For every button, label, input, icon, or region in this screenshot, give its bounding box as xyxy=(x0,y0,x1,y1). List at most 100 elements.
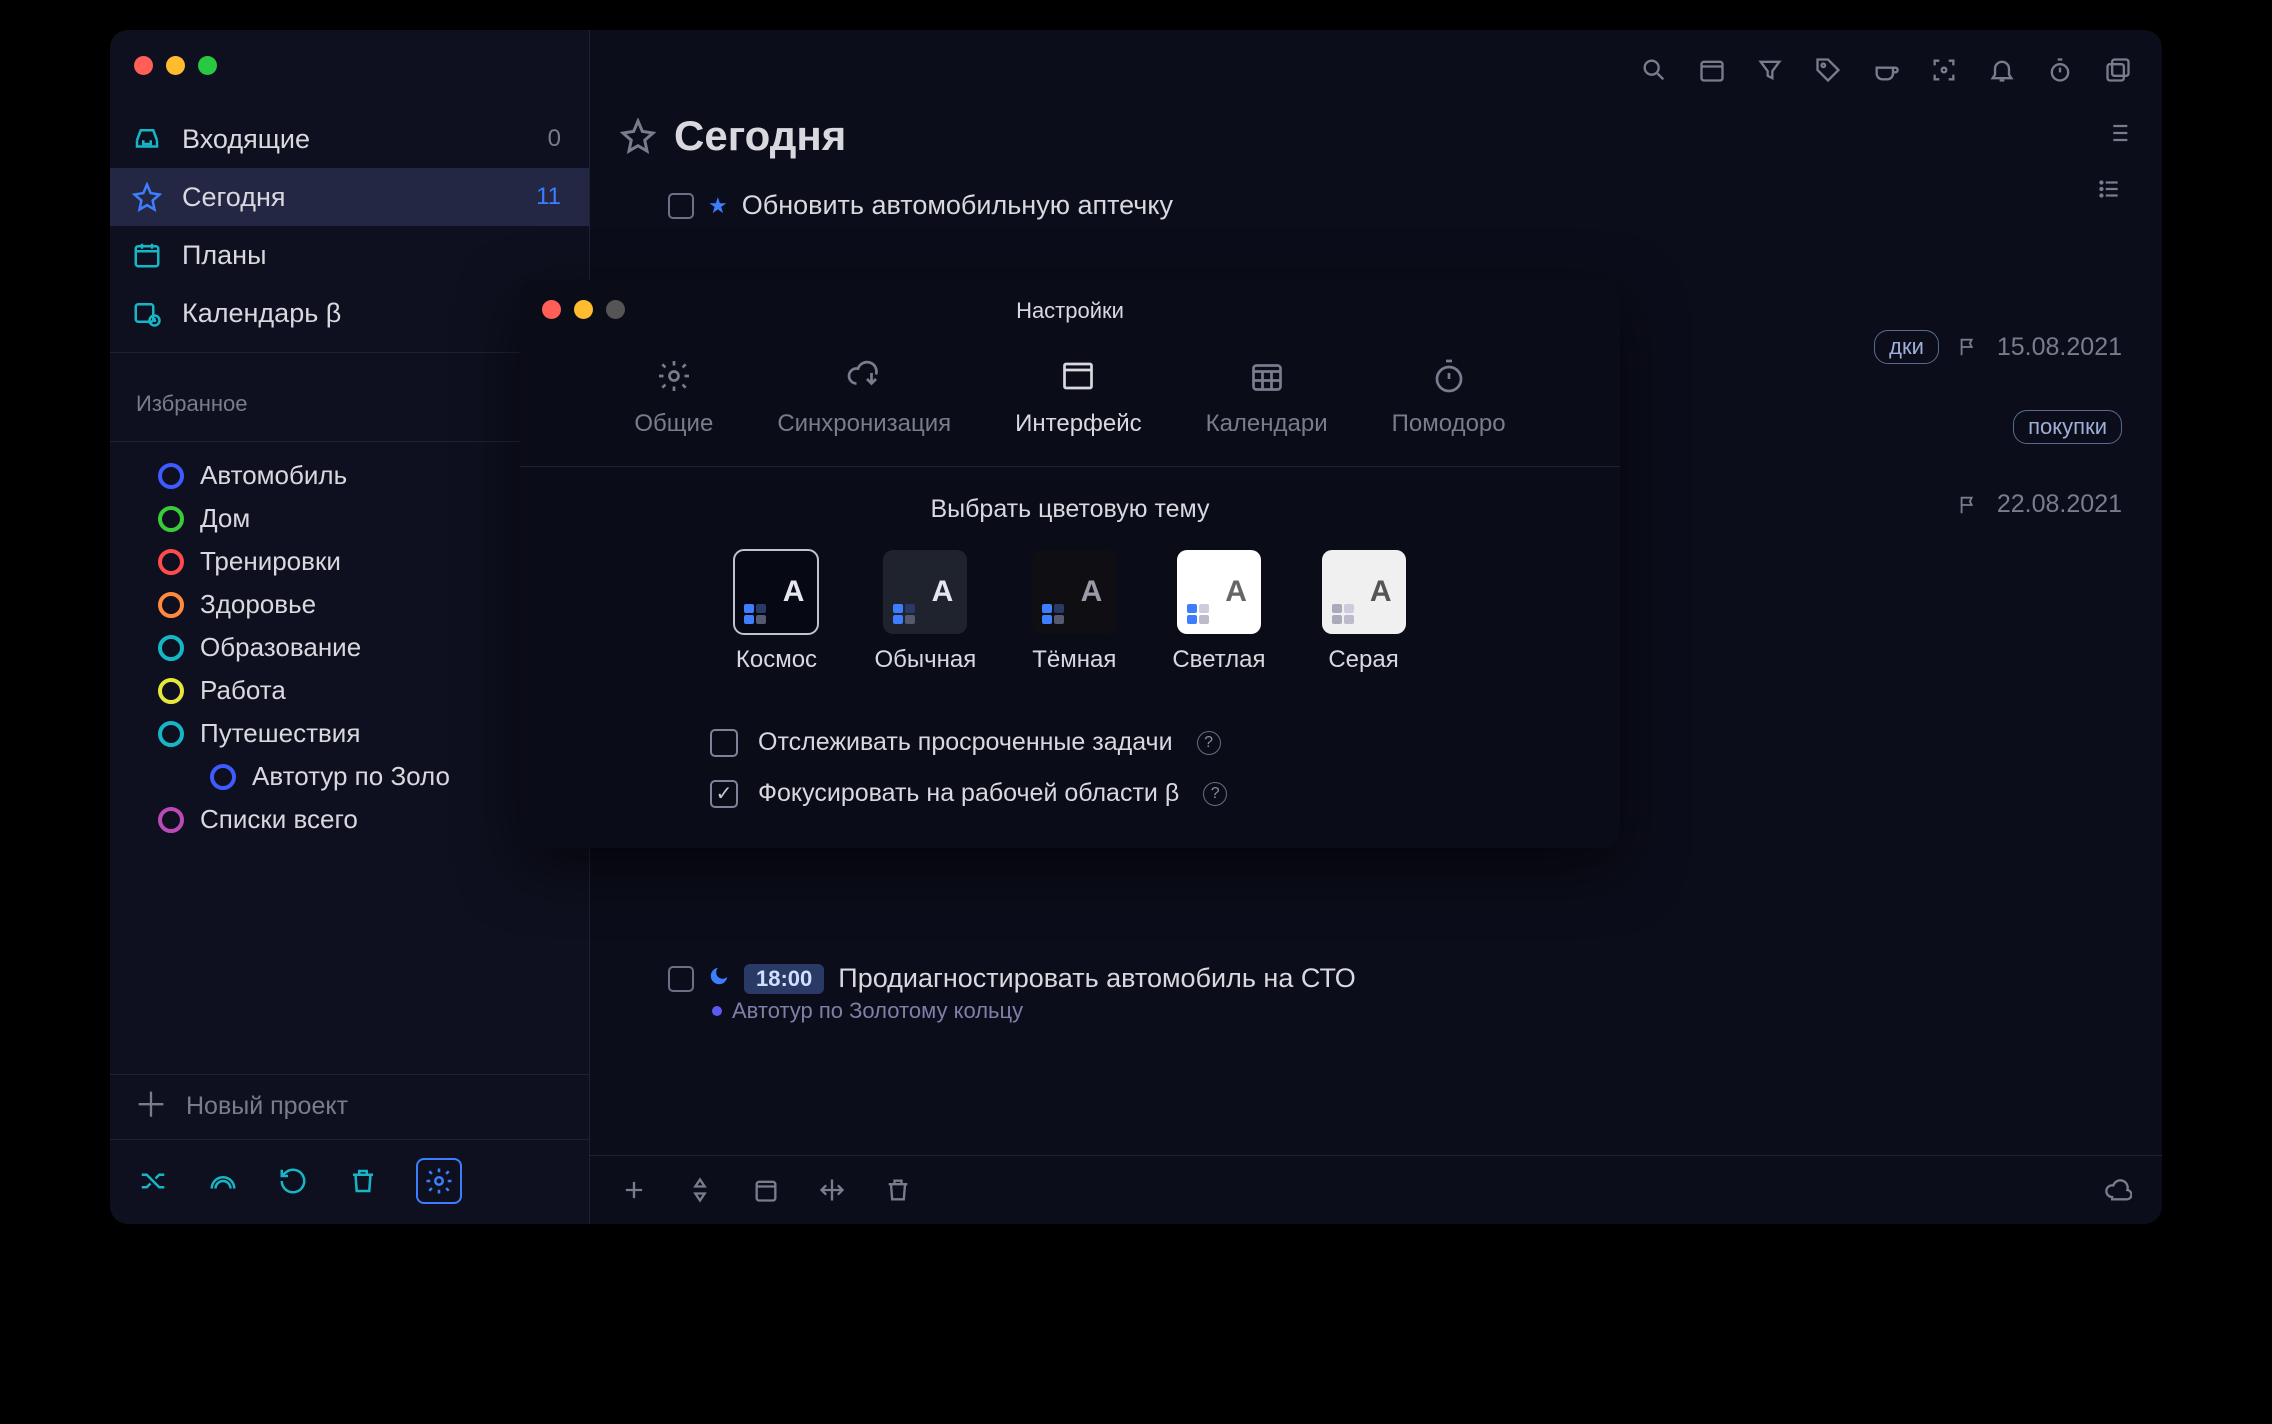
nav-today[interactable]: Сегодня 11 xyxy=(110,168,589,226)
new-project-button[interactable]: ＋ Новый проект xyxy=(110,1074,589,1139)
task-title: Обновить автомобильную аптечку xyxy=(742,190,1173,221)
project-item[interactable]: Работа xyxy=(110,669,589,712)
project-color-icon xyxy=(210,764,236,790)
schedule-icon[interactable] xyxy=(750,1174,782,1206)
modal-minimize-button[interactable] xyxy=(574,300,593,319)
project-item[interactable]: Списки всего xyxy=(110,798,589,841)
checkbox-checked[interactable] xyxy=(710,780,738,808)
sidebar: Входящие 0 Сегодня 11 Планы Кал xyxy=(110,30,590,1224)
modal-traffic-lights xyxy=(542,300,625,319)
project-subitem[interactable]: Автотур по Золо xyxy=(110,755,589,798)
theme-dark[interactable]: A Тёмная xyxy=(1032,550,1116,674)
theme-label: Серая xyxy=(1328,646,1398,674)
project-label: Дом xyxy=(200,503,250,534)
sync-cloud-icon[interactable] xyxy=(2102,1174,2134,1206)
focus-icon[interactable] xyxy=(1928,54,1960,86)
windows-icon[interactable] xyxy=(2102,54,2134,86)
minimize-window-button[interactable] xyxy=(166,56,185,75)
theme-light[interactable]: A Светлая xyxy=(1172,550,1265,674)
nav-plans[interactable]: Планы xyxy=(110,226,589,284)
history-icon[interactable] xyxy=(276,1164,310,1198)
page-title: Сегодня xyxy=(674,112,846,160)
plus-icon: ＋ xyxy=(134,1089,168,1123)
search-icon[interactable] xyxy=(1638,54,1670,86)
modal-maximize-button[interactable] xyxy=(606,300,625,319)
nav-calendar-beta[interactable]: Календарь β xyxy=(110,284,589,342)
modal-title: Настройки xyxy=(520,280,1620,330)
project-label: Здоровье xyxy=(200,589,316,620)
project-label: Автотур по Золо xyxy=(252,761,450,792)
settings-tabs: Общие Синхронизация Интерфейс Календари … xyxy=(520,330,1620,467)
task-item[interactable]: ★ Обновить автомобильную аптечку xyxy=(668,180,2122,233)
project-color-icon xyxy=(158,678,184,704)
filter-icon[interactable] xyxy=(1754,54,1786,86)
project-label: Работа xyxy=(200,675,286,706)
move-icon[interactable] xyxy=(816,1174,848,1206)
theme-cosmos[interactable]: A Космос xyxy=(734,550,818,674)
project-item[interactable]: Автомобиль xyxy=(110,454,589,497)
calendar-clock-icon xyxy=(130,296,164,330)
option-label: Отслеживать просроченные задачи xyxy=(758,728,1173,757)
window-traffic-lights xyxy=(134,56,217,75)
close-window-button[interactable] xyxy=(134,56,153,75)
settings-tab-calendars[interactable]: Календари xyxy=(1206,356,1328,438)
project-item[interactable]: Путешествия xyxy=(110,712,589,755)
task-project: Автотур по Золотому кольцу xyxy=(732,998,1023,1024)
help-icon[interactable]: ? xyxy=(1197,731,1221,755)
project-item[interactable]: Тренировки xyxy=(110,540,589,583)
theme-swatch: A xyxy=(1032,550,1116,634)
settings-tab-general[interactable]: Общие xyxy=(634,356,713,438)
theme-swatch: A xyxy=(734,550,818,634)
calendar-view-icon[interactable] xyxy=(1696,54,1728,86)
task-checkbox[interactable] xyxy=(668,193,694,219)
theme-selector: A Космос A Обычная A Тёмная A Светлая A xyxy=(520,544,1620,698)
tab-label: Помодоро xyxy=(1392,410,1506,438)
theme-grey[interactable]: A Серая xyxy=(1322,550,1406,674)
maximize-window-button[interactable] xyxy=(198,56,217,75)
tag-icon[interactable] xyxy=(1812,54,1844,86)
settings-tab-interface[interactable]: Интерфейс xyxy=(1015,356,1141,438)
help-icon[interactable]: ? xyxy=(1203,782,1227,806)
settings-icon[interactable] xyxy=(416,1158,462,1204)
modal-close-button[interactable] xyxy=(542,300,561,319)
nav-inbox[interactable]: Входящие 0 xyxy=(110,110,589,168)
inbox-icon xyxy=(130,122,164,156)
option-label: Фокусировать на рабочей области β xyxy=(758,779,1179,808)
project-item[interactable]: Дом xyxy=(110,497,589,540)
project-item[interactable]: Образование xyxy=(110,626,589,669)
task-item[interactable]: 18:00 Продиагностировать автомобиль на С… xyxy=(668,953,2122,1036)
task-date: 15.08.2021 xyxy=(1997,333,2122,362)
rainbow-icon[interactable] xyxy=(206,1164,240,1198)
project-label: Автомобиль xyxy=(200,460,347,491)
project-color-icon xyxy=(158,549,184,575)
coffee-icon[interactable] xyxy=(1870,54,1902,86)
timer-icon xyxy=(1429,356,1469,396)
task-tag[interactable]: покупки xyxy=(2013,410,2122,444)
stopwatch-icon[interactable] xyxy=(2044,54,2076,86)
checkbox-unchecked[interactable] xyxy=(710,729,738,757)
task-tag[interactable]: дки xyxy=(1874,330,1939,364)
option-focus-workspace[interactable]: Фокусировать на рабочей области β ? xyxy=(710,779,1620,808)
project-item[interactable]: Здоровье xyxy=(110,583,589,626)
delete-icon[interactable] xyxy=(882,1174,914,1206)
shuffle-icon[interactable] xyxy=(136,1164,170,1198)
tab-label: Общие xyxy=(634,410,713,438)
calendar-icon xyxy=(130,238,164,272)
settings-tab-sync[interactable]: Синхронизация xyxy=(777,356,951,438)
nav-label: Входящие xyxy=(182,124,310,155)
trash-icon[interactable] xyxy=(346,1164,380,1198)
task-title: Продиагностировать автомобиль на СТО xyxy=(838,963,1355,994)
priority-icon[interactable] xyxy=(684,1174,716,1206)
theme-normal[interactable]: A Обычная xyxy=(874,550,976,674)
bell-icon[interactable] xyxy=(1986,54,2018,86)
add-task-icon[interactable] xyxy=(618,1174,650,1206)
task-checkbox[interactable] xyxy=(668,966,694,992)
tab-label: Календари xyxy=(1206,410,1328,438)
option-track-overdue[interactable]: Отслеживать просроченные задачи ? xyxy=(710,728,1620,757)
settings-tab-pomodoro[interactable]: Помодоро xyxy=(1392,356,1506,438)
theme-label: Обычная xyxy=(874,646,976,674)
project-label: Тренировки xyxy=(200,546,341,577)
view-options-icon[interactable] xyxy=(2104,119,2132,154)
star-outline-icon[interactable] xyxy=(620,118,656,154)
theme-label: Космос xyxy=(736,646,817,674)
